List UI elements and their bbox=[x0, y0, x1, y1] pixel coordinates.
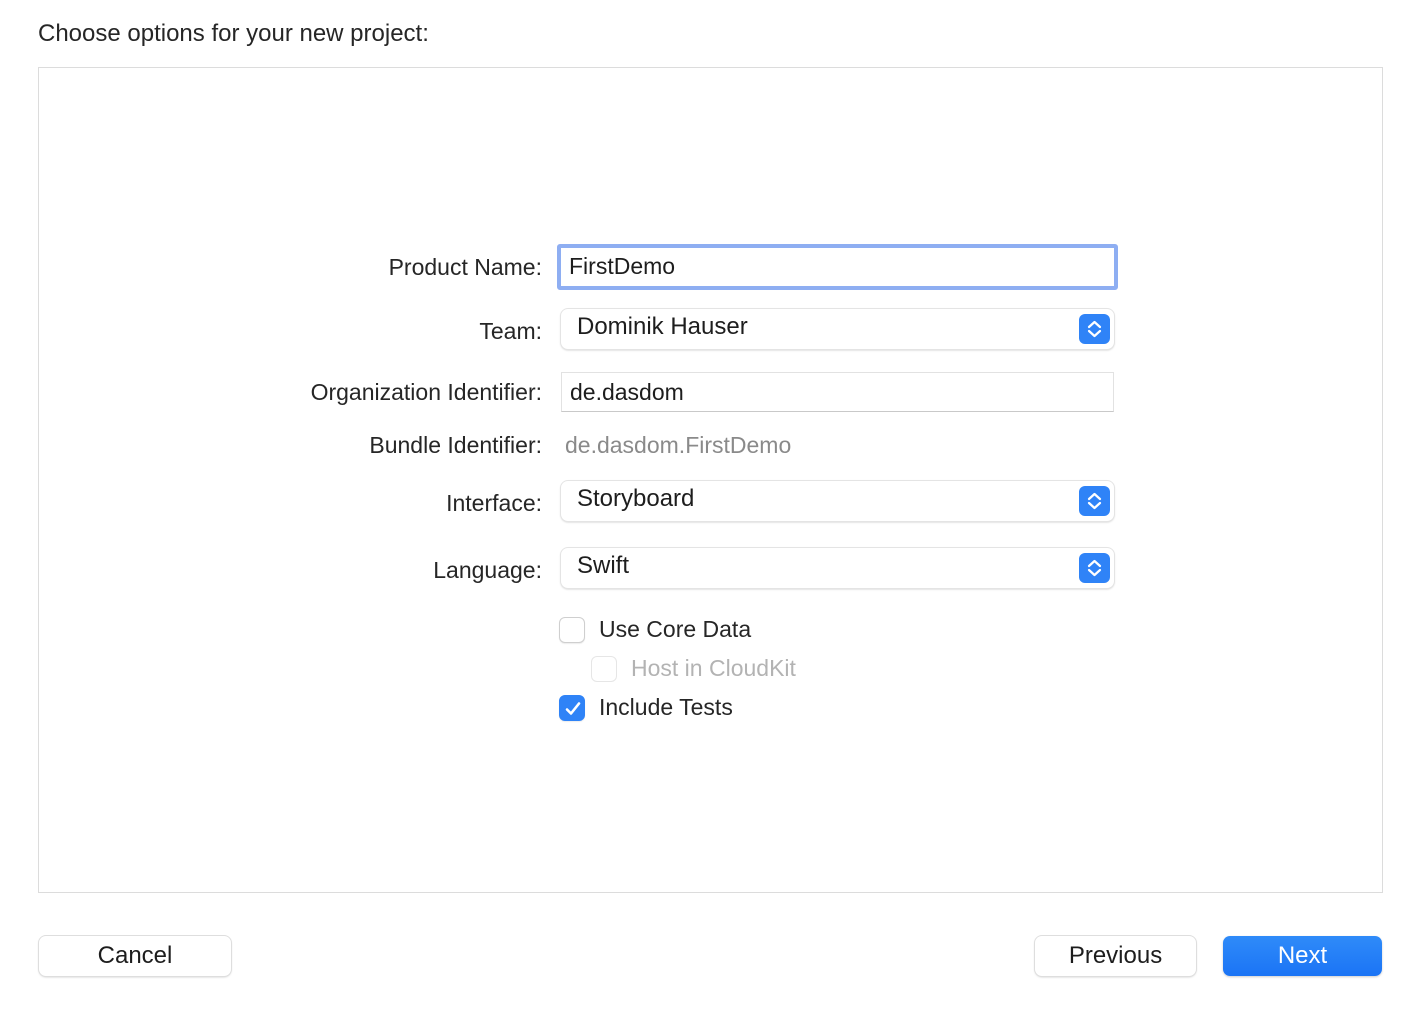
language-value: Swift bbox=[577, 552, 630, 579]
team-value: Dominik Hauser bbox=[577, 313, 748, 340]
host-in-cloudkit-label: Host in CloudKit bbox=[631, 655, 796, 681]
checkmark-icon[interactable] bbox=[559, 694, 585, 721]
dialog-title: Choose options for your new project: bbox=[38, 20, 429, 47]
next-button[interactable]: Next bbox=[1223, 936, 1382, 976]
use-core-data-label: Use Core Data bbox=[599, 616, 752, 642]
previous-button[interactable]: Previous bbox=[1035, 936, 1196, 976]
organization-identifier-label: Organization Identifier: bbox=[310, 379, 542, 405]
bundle-identifier-value: de.dasdom.FirstDemo bbox=[565, 432, 792, 458]
checkbox-disabled bbox=[591, 655, 617, 682]
checkbox-unchecked[interactable] bbox=[559, 616, 585, 643]
interface-label: Interface: bbox=[446, 490, 542, 516]
chevron-up-down-icon bbox=[1079, 314, 1110, 344]
organization-identifier-value: de.dasdom bbox=[570, 379, 684, 405]
new-project-dialog: Choose options for your new project: Pro… bbox=[0, 0, 1422, 1013]
include-tests-label: Include Tests bbox=[599, 694, 733, 720]
use-core-data-checkbox[interactable]: Use Core Data bbox=[559, 616, 751, 643]
interface-value: Storyboard bbox=[577, 485, 695, 512]
product-name-value: FirstDemo bbox=[569, 253, 676, 279]
product-name-label: Product Name: bbox=[388, 254, 542, 280]
chevron-up-down-icon bbox=[1079, 553, 1110, 583]
chevron-up-down-icon bbox=[1079, 486, 1110, 516]
team-label: Team: bbox=[479, 318, 542, 344]
host-in-cloudkit-checkbox: Host in CloudKit bbox=[591, 655, 796, 682]
options-panel bbox=[38, 67, 1383, 893]
product-name-field[interactable]: FirstDemo bbox=[557, 244, 1118, 290]
language-label: Language: bbox=[433, 557, 542, 583]
team-popup[interactable]: Dominik Hauser bbox=[561, 309, 1114, 349]
language-popup[interactable]: Swift bbox=[561, 548, 1114, 588]
organization-identifier-field[interactable]: de.dasdom bbox=[561, 372, 1114, 412]
interface-popup[interactable]: Storyboard bbox=[561, 481, 1114, 521]
include-tests-checkbox[interactable]: Include Tests bbox=[559, 694, 733, 721]
cancel-button[interactable]: Cancel bbox=[39, 936, 231, 976]
bundle-identifier-label: Bundle Identifier: bbox=[369, 432, 542, 458]
